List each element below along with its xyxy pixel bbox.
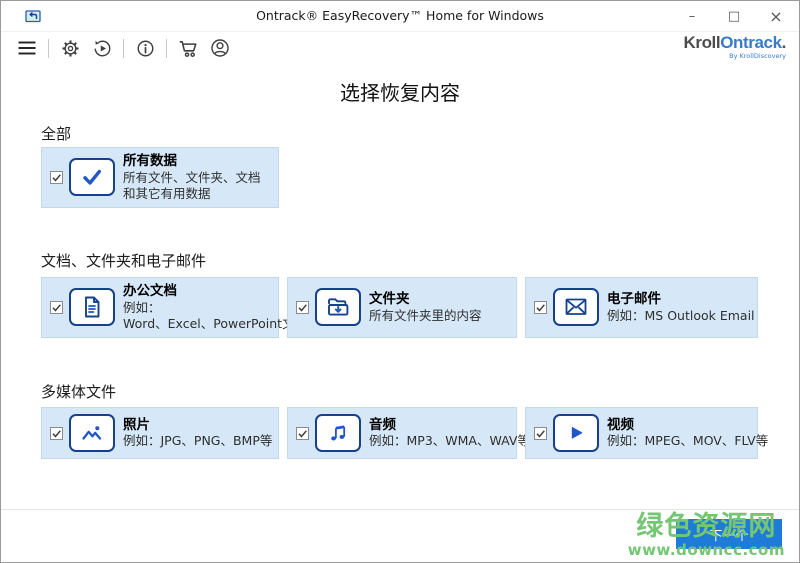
card-title: 文件夹 — [369, 291, 410, 307]
card-all-data[interactable]: 所有数据 所有文件、文件夹、文档和其它有用数据 — [41, 147, 279, 208]
card-video[interactable]: 视频 例如：MPEG、MOV、FLV等 — [525, 407, 769, 459]
shopping-cart-icon[interactable] — [176, 36, 200, 60]
card-photos[interactable]: 照片 例如：JPG、PNG、BMP等 — [41, 407, 279, 459]
toolbar-separator — [166, 38, 167, 58]
info-icon[interactable] — [133, 36, 157, 60]
toolbar-separator — [123, 38, 124, 58]
card-desc: 所有文件夹里的内容 — [369, 307, 482, 323]
card-desc: 例如： Word、Excel、PowerPoint文件 — [123, 299, 308, 331]
checkbox-office-documents[interactable] — [50, 300, 63, 314]
close-button[interactable]: × — [755, 1, 797, 31]
audio-note-icon — [315, 414, 361, 452]
checkbox-photos[interactable] — [50, 426, 63, 440]
kroll-ontrack-logo: KrollOntrack. By KrollDiscovery — [683, 33, 786, 60]
next-button[interactable]: 下一个 — [676, 519, 782, 549]
card-desc: 所有文件、文件夹、文档和其它有用数据 — [123, 169, 261, 201]
checkbox-video[interactable] — [534, 426, 547, 440]
card-desc: 例如：JPG、PNG、BMP等 — [123, 433, 273, 449]
office-document-icon — [69, 288, 115, 327]
card-title: 所有数据 — [123, 153, 177, 169]
section-label-documents: 文档、文件夹和电子邮件 — [41, 252, 207, 270]
card-audio[interactable]: 音频 例如：MP3、WMA、WAV等 — [287, 407, 530, 459]
card-title: 照片 — [123, 416, 150, 433]
footer-bar: 下一个 — [1, 509, 799, 562]
video-play-icon — [553, 414, 599, 452]
section-label-all: 全部 — [41, 125, 72, 143]
account-person-icon[interactable] — [208, 36, 232, 60]
card-title: 视频 — [607, 416, 634, 433]
maximize-button[interactable]: □ — [713, 1, 755, 31]
card-desc: 例如：MP3、WMA、WAV等 — [369, 433, 530, 449]
window-controls: – □ × — [671, 1, 797, 31]
photo-image-icon — [69, 414, 115, 452]
toolbar-separator — [48, 38, 49, 58]
menu-icon[interactable] — [15, 36, 39, 60]
card-folders[interactable]: 文件夹 所有文件夹里的内容 — [287, 277, 517, 338]
logo-kroll-text: Kroll — [683, 33, 721, 52]
card-office-documents[interactable]: 办公文档 例如： Word、Excel、PowerPoint文件 — [41, 277, 308, 338]
checkbox-email[interactable] — [534, 300, 547, 314]
title-bar: Ontrack® EasyRecovery™ Home for Windows … — [1, 1, 799, 32]
settings-gear-icon[interactable] — [58, 36, 82, 60]
card-desc: 例如：MPEG、MOV、FLV等 — [607, 433, 769, 449]
main-content: 选择恢复内容 全部 所有数据 所有文件、文件夹、文档和其它有用数据 文档、文件夹… — [1, 64, 799, 509]
all-data-check-icon — [69, 158, 115, 197]
folder-download-icon — [315, 288, 361, 327]
checkbox-all-data[interactable] — [50, 170, 63, 184]
app-window: Ontrack® EasyRecovery™ Home for Windows … — [0, 0, 800, 563]
toolbar: KrollOntrack. By KrollDiscovery — [1, 32, 799, 65]
logo-tagline: By KrollDiscovery — [729, 52, 786, 60]
checkbox-audio[interactable] — [296, 426, 309, 440]
card-title: 音频 — [369, 416, 396, 433]
card-title: 电子邮件 — [607, 291, 661, 307]
minimize-button[interactable]: – — [671, 1, 713, 31]
card-title: 办公文档 — [123, 283, 177, 299]
card-row-multimedia: 照片 例如：JPG、PNG、BMP等 音频 例如：MP3、WMA、WAV等 视频… — [41, 407, 769, 459]
card-row-documents: 办公文档 例如： Word、Excel、PowerPoint文件 文件夹 所有文… — [41, 277, 758, 338]
email-envelope-icon — [553, 288, 599, 327]
logo-ontrack-text: Ontrack — [720, 33, 782, 52]
card-email[interactable]: 电子邮件 例如：MS Outlook Email — [525, 277, 758, 338]
card-row-all: 所有数据 所有文件、文件夹、文档和其它有用数据 — [41, 147, 279, 208]
card-desc: 例如：MS Outlook Email — [607, 307, 755, 323]
section-label-multimedia: 多媒体文件 — [41, 383, 117, 401]
checkbox-folders[interactable] — [296, 300, 309, 314]
page-title: 选择恢复内容 — [340, 81, 460, 105]
history-resume-icon[interactable] — [90, 36, 114, 60]
